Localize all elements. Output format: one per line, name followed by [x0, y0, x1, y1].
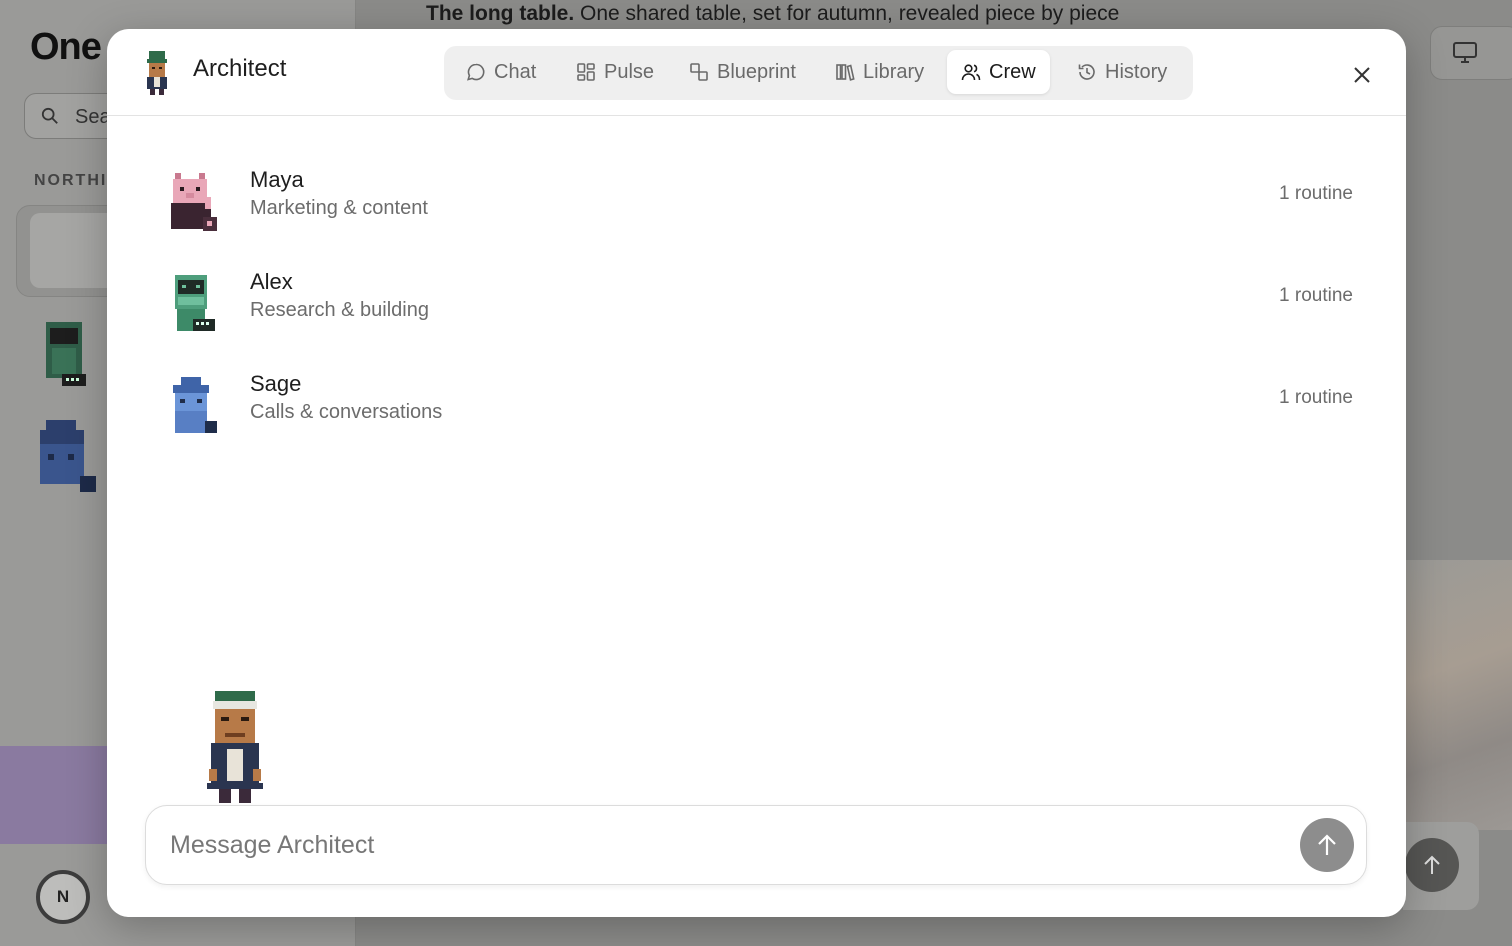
architect-avatar-icon — [147, 51, 167, 95]
tab-blueprint[interactable]: Blueprint — [675, 50, 810, 94]
message-composer — [145, 805, 1367, 885]
books-icon — [836, 64, 855, 81]
background-image — [1405, 560, 1512, 830]
background-purple-block — [0, 746, 110, 844]
search-placeholder: Sea — [75, 106, 111, 128]
tab-library[interactable]: Library — [821, 50, 938, 94]
grid-icon — [577, 63, 595, 81]
crew-name: Alex — [250, 269, 293, 294]
people-icon — [961, 64, 981, 81]
routine-count: 1 routine — [1279, 285, 1353, 306]
architect-mascot-icon — [207, 691, 263, 803]
tab-crew[interactable]: Crew — [947, 50, 1050, 94]
arrow-up-icon — [1424, 855, 1440, 874]
chat-bubble-icon — [467, 63, 485, 81]
arrow-up-icon — [1318, 834, 1336, 855]
history-icon — [1078, 64, 1095, 80]
crew-row-sage[interactable]: Sage Calls & conversations 1 routine — [163, 355, 1363, 451]
send-button[interactable] — [1300, 818, 1354, 872]
tab-pulse[interactable]: Pulse — [562, 50, 668, 94]
crew-row-alex[interactable]: Alex Research & building 1 routine — [163, 253, 1363, 349]
modal-header: Architect Chat Pulse Blueprint Library C… — [107, 29, 1406, 116]
crew-role: Marketing & content — [250, 197, 428, 219]
crew-role: Research & building — [250, 299, 429, 321]
close-icon — [1354, 67, 1370, 83]
routine-count: 1 routine — [1279, 183, 1353, 204]
blueprint-icon — [690, 63, 708, 81]
agent-title: Architect — [193, 55, 287, 82]
tab-chat[interactable]: Chat — [452, 50, 550, 94]
app-logo: One — [30, 26, 102, 68]
section-label: NORTHI — [34, 172, 108, 189]
maya-avatar-icon — [171, 173, 217, 231]
background-display-button — [1430, 26, 1512, 80]
sage-avatar-icon — [173, 377, 217, 433]
monitor-icon — [1453, 42, 1477, 63]
tab-history[interactable]: History — [1063, 50, 1181, 94]
search-icon — [41, 107, 58, 124]
crew-row-maya[interactable]: Maya Marketing & content 1 routine — [163, 151, 1363, 247]
sage-background-icon — [40, 420, 96, 492]
alex-background-icon — [46, 322, 86, 386]
background-send-button — [1405, 838, 1459, 892]
background-headline: The long table. One shared table, set fo… — [426, 2, 1120, 25]
close-button[interactable] — [1346, 59, 1378, 91]
crew-name: Sage — [250, 371, 302, 396]
crew-name: Maya — [250, 167, 304, 192]
agent-modal: Architect Chat Pulse Blueprint Library C… — [107, 29, 1406, 917]
crew-role: Calls & conversations — [250, 401, 443, 423]
user-avatar: N — [36, 870, 90, 924]
tab-bar: Chat Pulse Blueprint Library Crew Histor… — [444, 46, 1193, 100]
message-input[interactable] — [170, 824, 1270, 866]
routine-count: 1 routine — [1279, 387, 1353, 408]
alex-avatar-icon — [175, 275, 215, 331]
